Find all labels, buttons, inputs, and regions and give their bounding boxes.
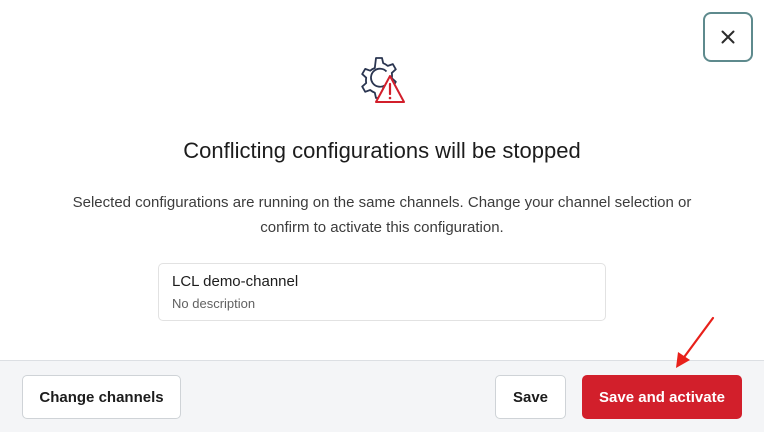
- channel-card: LCL demo-channel No description: [158, 263, 606, 321]
- dialog-footer: Change channels Save Save and activate: [0, 360, 764, 432]
- dialog-description: Selected configurations are running on t…: [72, 194, 692, 236]
- save-button[interactable]: Save: [495, 375, 566, 419]
- close-icon: [721, 30, 735, 44]
- close-button[interactable]: [703, 12, 753, 62]
- channel-name: LCL demo-channel: [172, 273, 299, 290]
- conflict-dialog: Conflicting configurations will be stopp…: [0, 0, 764, 432]
- change-channels-button[interactable]: Change channels: [22, 375, 181, 419]
- channel-description: No description: [172, 296, 256, 311]
- gear-warning-icon: [361, 57, 405, 103]
- save-and-activate-button[interactable]: Save and activate: [582, 375, 742, 419]
- dialog-title: Conflicting configurations will be stopp…: [183, 138, 581, 163]
